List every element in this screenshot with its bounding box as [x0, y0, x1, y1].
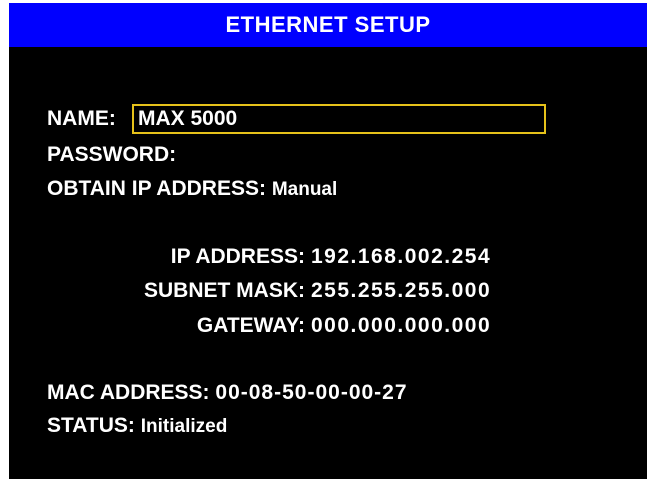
- mac-address-row: MAC ADDRESS: 00-08-50-00-00-27: [47, 381, 408, 405]
- password-row[interactable]: PASSWORD:: [47, 143, 182, 167]
- name-label: NAME:: [47, 107, 116, 130]
- status-label: STATUS:: [47, 414, 135, 437]
- mac-address-label: MAC ADDRESS:: [47, 381, 210, 404]
- status-row: STATUS: Initialized: [47, 414, 227, 439]
- screen-title: ETHERNET SETUP: [9, 3, 647, 47]
- password-label: PASSWORD:: [47, 143, 177, 166]
- ip-address-label: IP ADDRESS:: [170, 245, 305, 268]
- obtain-ip-row[interactable]: OBTAIN IP ADDRESS: Manual: [47, 177, 337, 202]
- gateway-value[interactable]: 000.000.000.000: [311, 314, 491, 338]
- ethernet-setup-screen: ETHERNET SETUP NAME: PASSWORD: OBTAIN IP…: [9, 3, 647, 479]
- name-row: NAME:: [47, 107, 116, 131]
- gateway-label: GATEWAY:: [196, 314, 305, 337]
- obtain-ip-value[interactable]: Manual: [272, 178, 337, 202]
- mac-address-value: 00-08-50-00-00-27: [215, 381, 408, 404]
- subnet-mask-label: SUBNET MASK:: [144, 279, 305, 302]
- subnet-mask-value[interactable]: 255.255.255.000: [311, 279, 491, 303]
- obtain-ip-label: OBTAIN IP ADDRESS:: [47, 177, 266, 200]
- name-field[interactable]: [132, 104, 546, 134]
- ip-address-value[interactable]: 192.168.002.254: [311, 245, 491, 269]
- status-value: Initialized: [140, 416, 228, 437]
